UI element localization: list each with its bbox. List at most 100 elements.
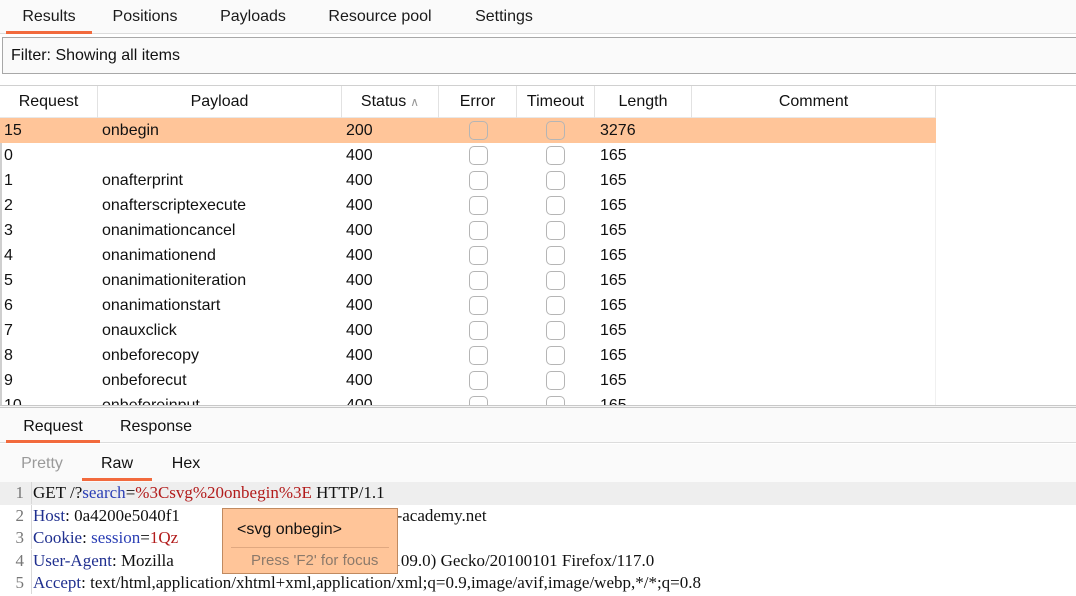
tab-request[interactable]: Request [6, 408, 100, 443]
table-row[interactable]: 2 onafterscriptexecute 400 165 [0, 193, 936, 218]
timeout-checkbox[interactable] [546, 346, 565, 365]
cell-request: 1 [4, 172, 13, 189]
cell-request: 2 [4, 197, 13, 214]
cell-payload: onanimationiteration [102, 272, 247, 289]
line-content: GET /?search=%3Csvg%20onbegin%3E HTTP/1.… [31, 482, 385, 504]
cell-request: 10 [4, 393, 22, 405]
tab-raw[interactable]: Raw [82, 444, 152, 481]
table-row[interactable]: 5 onanimationiteration 400 165 [0, 268, 936, 293]
timeout-checkbox[interactable] [546, 146, 565, 165]
cell-length: 3276 [600, 122, 636, 139]
cell-length: 165 [600, 247, 627, 264]
cell-status: 400 [346, 222, 373, 239]
tab-resource-pool[interactable]: Resource pool [318, 0, 442, 34]
table-row[interactable]: 1 onafterprint 400 165 [0, 168, 936, 193]
column-header-payload[interactable]: Payload [98, 86, 342, 118]
message-tab-bar: Request Response [0, 408, 1076, 443]
tab-pretty[interactable]: Pretty [8, 444, 76, 481]
cell-status: 400 [346, 172, 373, 189]
error-checkbox[interactable] [469, 246, 488, 265]
table-row[interactable]: 3 onanimationcancel 400 165 [0, 218, 936, 243]
table-row[interactable]: 15 onbegin 200 3276 [0, 118, 936, 143]
timeout-checkbox[interactable] [546, 296, 565, 315]
timeout-checkbox[interactable] [546, 221, 565, 240]
cell-payload: onauxclick [102, 322, 177, 339]
error-checkbox[interactable] [469, 271, 488, 290]
code-token: %3Csvg%20onbegin%3E [135, 483, 312, 502]
tab-settings[interactable]: Settings [462, 0, 546, 34]
line-number: 3 [15, 528, 25, 548]
error-checkbox[interactable] [469, 321, 488, 340]
cell-length: 165 [600, 172, 627, 189]
cell-payload: onafterprint [102, 172, 183, 189]
table-row[interactable]: 6 onanimationstart 400 165 [0, 293, 936, 318]
results-table: Request Payload Status ∧ Error Timeout Le… [0, 85, 1076, 405]
tab-results[interactable]: Results [6, 0, 92, 34]
cell-request: 8 [4, 347, 13, 364]
line-number: 4 [15, 550, 25, 570]
cell-request: 5 [4, 272, 13, 289]
table-row[interactable]: 4 onanimationend 400 165 [0, 243, 936, 268]
tab-payloads[interactable]: Payloads [208, 0, 298, 34]
tooltip-divider [231, 547, 389, 548]
tooltip-hint: Press 'F2' for focus [251, 552, 379, 569]
code-token: Host [33, 505, 66, 525]
cell-status: 400 [346, 272, 373, 289]
column-header-request[interactable]: Request [0, 86, 98, 118]
cell-request: 9 [4, 372, 13, 389]
line-number: 5 [15, 573, 25, 593]
cell-status: 400 [346, 147, 373, 164]
timeout-checkbox[interactable] [546, 396, 565, 405]
code-token: User-Agent [33, 550, 112, 570]
cell-payload: onbeforecopy [102, 347, 199, 364]
line-content: Accept: text/html,application/xhtml+xml,… [31, 572, 701, 595]
timeout-checkbox[interactable] [546, 371, 565, 390]
column-header-comment[interactable]: Comment [692, 86, 936, 118]
timeout-checkbox[interactable] [546, 171, 565, 190]
cell-length: 165 [600, 297, 627, 314]
table-row[interactable]: 0 400 165 [0, 143, 936, 168]
column-header-length[interactable]: Length [595, 86, 692, 118]
column-header-error[interactable]: Error [439, 86, 517, 118]
error-checkbox[interactable] [469, 296, 488, 315]
error-checkbox[interactable] [469, 396, 488, 405]
timeout-checkbox[interactable] [546, 121, 565, 140]
column-header-timeout[interactable]: Timeout [517, 86, 595, 118]
column-header-status[interactable]: Status ∧ [342, 86, 439, 118]
cell-request: 4 [4, 247, 13, 264]
table-row[interactable]: 8 onbeforecopy 400 165 [0, 343, 936, 368]
cell-length: 165 [600, 322, 627, 339]
timeout-checkbox[interactable] [546, 271, 565, 290]
code-token: : [82, 528, 92, 548]
table-row[interactable]: 10 onbeforeinput 400 165 [0, 393, 936, 405]
tab-positions[interactable]: Positions [100, 0, 190, 34]
error-checkbox[interactable] [469, 346, 488, 365]
code-token: : Mozilla [111, 550, 174, 570]
editor-line: 5 Accept: text/html,application/xhtml+xml… [0, 572, 1076, 595]
error-checkbox[interactable] [469, 171, 488, 190]
cell-status: 400 [346, 297, 373, 314]
code-token: Cookie [33, 528, 83, 548]
tooltip-title: <svg onbegin> [237, 521, 342, 538]
code-token: search [82, 483, 126, 502]
cell-payload: onbeforecut [102, 372, 187, 389]
tab-response[interactable]: Response [108, 408, 204, 443]
code-token: = [125, 483, 136, 502]
error-checkbox[interactable] [469, 146, 488, 165]
request-editor[interactable]: 1 GET /?search=%3Csvg%20onbegin%3E HTTP/1… [0, 482, 1076, 596]
filter-bar[interactable]: Filter: Showing all items [2, 37, 1076, 74]
tab-hex[interactable]: Hex [156, 444, 216, 481]
editor-line: 2Host: 0a4200e5040f1 5d.h1-web-security-… [0, 504, 1076, 528]
table-row[interactable]: 9 onbeforecut 400 165 [0, 368, 936, 393]
timeout-checkbox[interactable] [546, 196, 565, 215]
error-checkbox[interactable] [469, 196, 488, 215]
error-checkbox[interactable] [469, 121, 488, 140]
table-row[interactable]: 7 onauxclick 400 165 [0, 318, 936, 343]
code-token: 1Qz [149, 528, 179, 548]
error-checkbox[interactable] [469, 371, 488, 390]
code-token: : 0a4200e5040f1 [65, 505, 180, 525]
error-checkbox[interactable] [469, 221, 488, 240]
timeout-checkbox[interactable] [546, 246, 565, 265]
timeout-checkbox[interactable] [546, 321, 565, 340]
cell-status: 400 [346, 322, 373, 339]
